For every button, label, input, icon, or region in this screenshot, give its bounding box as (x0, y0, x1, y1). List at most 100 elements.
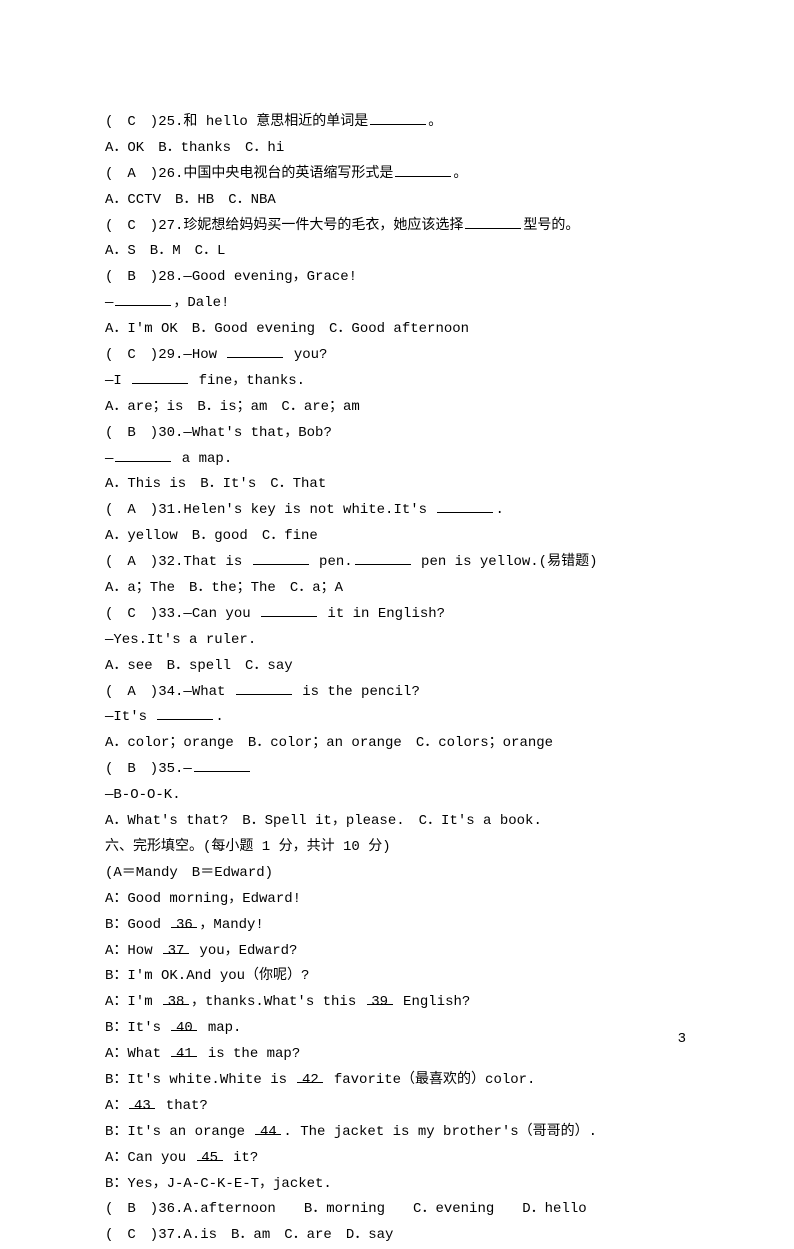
q30-line2b: a map. (173, 451, 232, 467)
q25-stem: ( C )25.和 hello 意思相近的单词是 。 (105, 110, 689, 136)
q25-answer: C (127, 114, 135, 130)
blank (395, 162, 451, 177)
q32-stem: ( A )32.That is pen. pen is yellow.(易错题) (105, 550, 689, 576)
q33-answer: C (127, 606, 135, 622)
q25-options: A．OK B．thanks C．hi (105, 136, 689, 162)
q28-answer: B (127, 269, 135, 285)
blank-40: 40 (171, 1016, 197, 1031)
q32-mid: pen. (311, 554, 353, 570)
q25-text: )25.和 hello 意思相近的单词是 (136, 114, 368, 130)
q34-line2a: —It's (105, 709, 155, 725)
q34-answer: A (127, 684, 135, 700)
q31-tail: . (495, 502, 503, 518)
q32-answer: A (127, 554, 135, 570)
q32-options: A．a；The B．the；The C．a；A (105, 576, 689, 602)
a37-opts: )37.A.is B．am C．are D．say (136, 1227, 394, 1243)
c5a: A：I'm (105, 994, 161, 1010)
paren-open: ( (105, 166, 127, 182)
dash: — (105, 451, 113, 467)
blank (370, 110, 426, 125)
c3b: you，Edward? (191, 943, 297, 959)
paren-open: ( (105, 1201, 127, 1217)
c8b: favorite（最喜欢的）color. (325, 1072, 535, 1088)
a37-answer: C (127, 1227, 135, 1243)
q27-tail: 型号的。 (523, 218, 579, 234)
c10b: . The jacket is my brother's（哥哥的）. (283, 1124, 597, 1140)
q29-answer: C (127, 347, 135, 363)
cloze-line-1: A：Good morning，Edward! (105, 887, 689, 913)
q33-text: )33.—Can you (136, 606, 259, 622)
blank (115, 447, 171, 462)
ans-36: ( B )36.A.afternoon B．morning C．evening … (105, 1197, 689, 1223)
blank (437, 498, 493, 513)
a36-opts: )36.A.afternoon B．morning C．evening D．he… (136, 1201, 587, 1217)
c6a: B：It's (105, 1020, 169, 1036)
q28-options: A．I'm OK B．Good evening C．Good afternoon (105, 317, 689, 343)
cloze-note: (A＝Mandy B＝Edward) (105, 861, 689, 887)
q28-stem: ( B )28.—Good evening，Grace! (105, 265, 689, 291)
cloze-line-10: B：It's an orange 44. The jacket is my br… (105, 1120, 689, 1146)
blank-39: 39 (367, 990, 393, 1005)
blank (261, 602, 317, 617)
q28-line2b: ，Dale! (173, 295, 229, 311)
blank-42: 42 (297, 1068, 323, 1083)
cloze-line-6: B：It's 40 map. (105, 1016, 689, 1042)
blank (115, 291, 171, 306)
blank (132, 369, 188, 384)
c5c: English? (395, 994, 471, 1010)
paren-open: ( (105, 502, 127, 518)
blank-44: 44 (255, 1120, 281, 1135)
cloze-line-7: A：What 41 is the map? (105, 1042, 689, 1068)
q34-line2: —It's . (105, 705, 689, 731)
q30-text: )30.—What's that，Bob? (136, 425, 332, 441)
blank (253, 550, 309, 565)
c8a: B：It's white.White is (105, 1072, 295, 1088)
q35-options: A．What's that? B．Spell it，please. C．It's… (105, 809, 689, 835)
a36-answer: B (127, 1201, 135, 1217)
blank-43: 43 (129, 1094, 155, 1109)
q27-options: A．S B．M C．L (105, 239, 689, 265)
blank (355, 550, 411, 565)
blank (194, 757, 250, 772)
blank (227, 343, 283, 358)
q35-text: )35.— (136, 761, 192, 777)
blank-41: 41 (171, 1042, 197, 1057)
q35-line2: —B-O-O-K. (105, 783, 689, 809)
q28-line2: — ，Dale! (105, 291, 689, 317)
q29-options: A．are；is B．is；am C．are；am (105, 395, 689, 421)
q31-answer: A (127, 502, 135, 518)
q25-tail: 。 (428, 114, 442, 130)
cloze-line-4: B：I'm OK.And you（你呢）? (105, 964, 689, 990)
paren-open: ( (105, 1227, 127, 1243)
q33-options: A．see B．spell C．say (105, 654, 689, 680)
dash: — (105, 295, 113, 311)
paren-open: ( (105, 114, 127, 130)
paren-open: ( (105, 554, 127, 570)
blank-36: 36 (171, 913, 197, 928)
c11b: it? (225, 1150, 259, 1166)
paren-open: ( (105, 425, 127, 441)
q29-tail: you? (285, 347, 327, 363)
q31-stem: ( A )31.Helen's key is not white.It's . (105, 498, 689, 524)
q31-text: )31.Helen's key is not white.It's (136, 502, 436, 518)
blank (236, 680, 292, 695)
q29-stem: ( C )29.—How you? (105, 343, 689, 369)
q30-answer: B (127, 425, 135, 441)
q34-tail: is the pencil? (294, 684, 420, 700)
c2a: B：Good (105, 917, 169, 933)
paren-open: ( (105, 218, 127, 234)
c7b: is the map? (199, 1046, 300, 1062)
q31-options: A．yellow B．good C．fine (105, 524, 689, 550)
q26-answer: A (127, 166, 135, 182)
cloze-line-11: A：Can you 45 it? (105, 1146, 689, 1172)
blank-37: 37 (163, 939, 189, 954)
paren-open: ( (105, 269, 127, 285)
cloze-line-8: B：It's white.White is 42 favorite（最喜欢的）c… (105, 1068, 689, 1094)
c9b: that? (157, 1098, 207, 1114)
page-number: 3 (678, 1027, 686, 1053)
q27-text: )27.珍妮想给妈妈买一件大号的毛衣，她应该选择 (136, 218, 464, 234)
c10a: B：It's an orange (105, 1124, 253, 1140)
q34-text: )34.—What (136, 684, 234, 700)
q29-line2b: fine，thanks. (190, 373, 305, 389)
c11a: A：Can you (105, 1150, 195, 1166)
